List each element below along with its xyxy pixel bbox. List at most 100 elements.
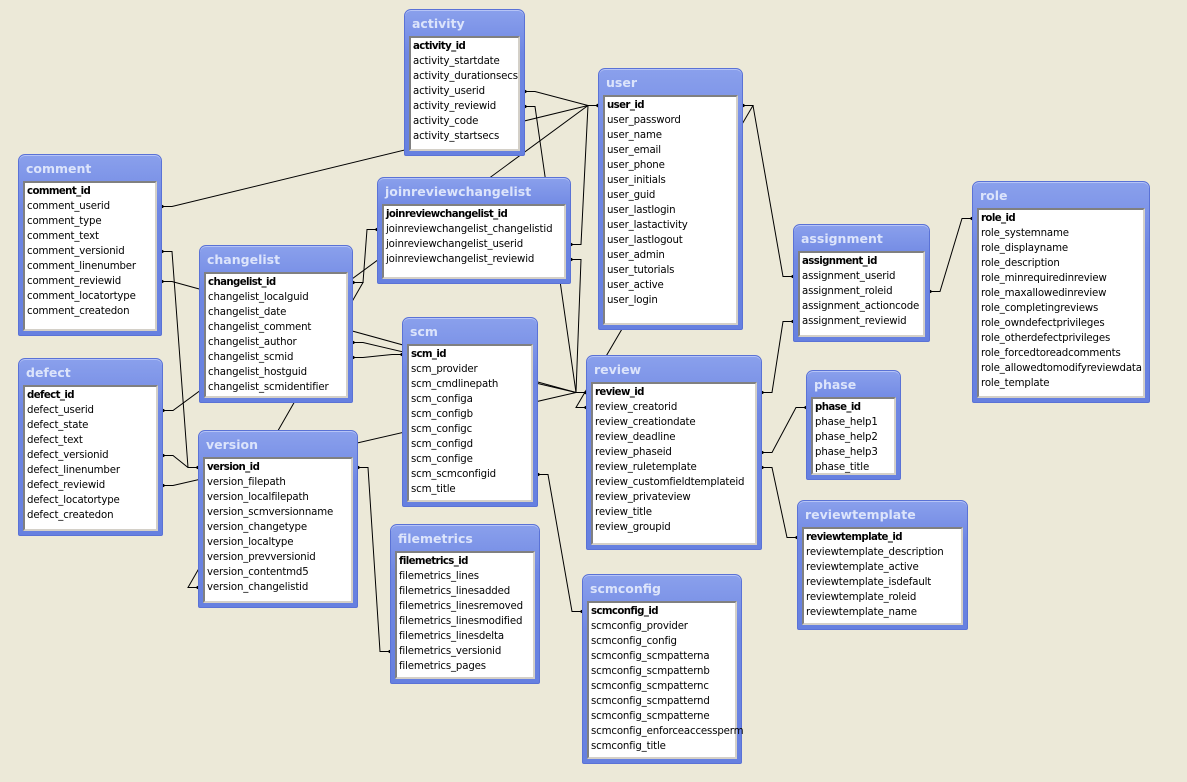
table-defect[interactable]: defect defect_id defect_userid defect_stat… (18, 358, 163, 536)
table-field[interactable]: comment_type (27, 214, 155, 229)
table-field[interactable]: scm_title (411, 482, 531, 497)
table-field[interactable]: user_tutorials (607, 263, 736, 278)
table-field[interactable]: user_guid (607, 188, 736, 203)
table-field[interactable]: version_changelistid (207, 580, 351, 595)
primary-key-field[interactable]: activity_id (413, 39, 518, 54)
table-title[interactable]: scm (407, 318, 533, 344)
table-field[interactable]: comment_locatortype (27, 289, 155, 304)
primary-key-field[interactable]: phase_id (815, 400, 894, 415)
table-field[interactable]: activity_startdate (413, 54, 518, 69)
primary-key-field[interactable]: version_id (207, 460, 351, 475)
table-field[interactable]: version_contentmd5 (207, 565, 351, 580)
table-field[interactable]: scm_configa (411, 392, 531, 407)
table-field[interactable]: filemetrics_linesadded (399, 584, 533, 599)
table-title[interactable]: user (603, 69, 738, 95)
table-field[interactable]: scmconfig_provider (591, 619, 735, 634)
table-field[interactable]: scmconfig_scmpatterna (591, 649, 735, 664)
table-field[interactable]: review_title (595, 505, 755, 520)
table-field[interactable]: changelist_comment (208, 320, 346, 335)
table-field[interactable]: scm_configb (411, 407, 531, 422)
primary-key-field[interactable]: assignment_id (802, 254, 923, 269)
table-field[interactable]: comment_text (27, 229, 155, 244)
table-field[interactable]: filemetrics_linesdelta (399, 629, 533, 644)
table-field[interactable]: role_forcedtoreadcomments (981, 346, 1143, 361)
table-field[interactable]: scm_configc (411, 422, 531, 437)
table-field[interactable]: review_ruletemplate (595, 460, 755, 475)
primary-key-field[interactable]: scm_id (411, 347, 531, 362)
table-field[interactable]: filemetrics_pages (399, 659, 533, 674)
table-field[interactable]: user_active (607, 278, 736, 293)
table-review[interactable]: review review_id review_creatorid review_c… (586, 355, 762, 550)
table-comment[interactable]: comment comment_id comment_userid comment_… (18, 154, 162, 336)
table-field[interactable]: version_changetype (207, 520, 351, 535)
table-field[interactable]: comment_userid (27, 199, 155, 214)
table-title[interactable]: comment (23, 155, 157, 181)
table-field[interactable]: comment_createdon (27, 304, 155, 319)
table-field[interactable]: version_filepath (207, 475, 351, 490)
table-field[interactable]: role_owndefectprivileges (981, 316, 1143, 331)
table-field[interactable]: assignment_actioncode (802, 299, 923, 314)
table-field[interactable]: reviewtemplate_roleid (806, 590, 961, 605)
table-field[interactable]: user_lastactivity (607, 218, 736, 233)
table-field[interactable]: user_lastlogin (607, 203, 736, 218)
table-user[interactable]: user user_id user_password user_name user_e… (598, 68, 743, 330)
table-field[interactable]: comment_reviewid (27, 274, 155, 289)
table-assignment[interactable]: assignment assignment_id assignment_useri… (793, 224, 930, 342)
table-field[interactable]: review_groupid (595, 520, 755, 535)
table-field[interactable]: phase_title (815, 460, 894, 475)
table-title[interactable]: filemetrics (395, 525, 535, 551)
table-field[interactable]: review_phaseid (595, 445, 755, 460)
table-field[interactable]: joinreviewchangelist_changelistid (386, 222, 564, 237)
table-field[interactable]: scmconfig_title (591, 739, 735, 754)
table-field[interactable]: review_customfieldtemplateid (595, 475, 755, 490)
table-field[interactable]: filemetrics_linesmodified (399, 614, 533, 629)
table-field[interactable]: scmconfig_config (591, 634, 735, 649)
table-title[interactable]: defect (23, 359, 158, 385)
table-field[interactable]: joinreviewchangelist_reviewid (386, 252, 564, 267)
table-field[interactable]: changelist_localguid (208, 290, 346, 305)
table-scm[interactable]: scm scm_id scm_provider scm_cmdlinepath scm… (402, 317, 538, 507)
table-field[interactable]: role_template (981, 376, 1143, 391)
table-field[interactable]: filemetrics_versionid (399, 644, 533, 659)
primary-key-field[interactable]: role_id (981, 211, 1143, 226)
table-role[interactable]: role role_id role_systemname role_displayn… (972, 181, 1150, 403)
table-phase[interactable]: phase phase_id phase_help1 phase_help2 phas… (806, 370, 901, 480)
table-field[interactable]: user_initials (607, 173, 736, 188)
table-field[interactable]: defect_userid (27, 403, 156, 418)
primary-key-field[interactable]: comment_id (27, 184, 155, 199)
primary-key-field[interactable]: user_id (607, 98, 736, 113)
table-field[interactable]: scm_configd (411, 437, 531, 452)
table-version[interactable]: version version_id version_filepath versio… (198, 430, 358, 608)
primary-key-field[interactable]: scmconfig_id (591, 604, 735, 619)
table-title[interactable]: version (203, 431, 353, 457)
table-field[interactable]: defect_linenumber (27, 463, 156, 478)
table-joinreviewchangelist[interactable]: joinreviewchangelist joinreviewchangelis… (377, 177, 571, 284)
table-field[interactable]: scmconfig_scmpatternb (591, 664, 735, 679)
table-field[interactable]: assignment_userid (802, 269, 923, 284)
table-field[interactable]: defect_versionid (27, 448, 156, 463)
table-field[interactable]: defect_locatortype (27, 493, 156, 508)
table-field[interactable]: role_allowedtomodifyreviewdata (981, 361, 1143, 376)
table-title[interactable]: role (977, 182, 1145, 208)
table-field[interactable]: scm_confige (411, 452, 531, 467)
table-field[interactable]: comment_linenumber (27, 259, 155, 274)
table-field[interactable]: phase_help1 (815, 415, 894, 430)
table-field[interactable]: reviewtemplate_isdefault (806, 575, 961, 590)
table-field[interactable]: version_scmversionname (207, 505, 351, 520)
table-title[interactable]: reviewtemplate (802, 501, 963, 527)
primary-key-field[interactable]: reviewtemplate_id (806, 530, 961, 545)
table-field[interactable]: user_login (607, 293, 736, 308)
table-field[interactable]: role_description (981, 256, 1143, 271)
primary-key-field[interactable]: changelist_id (208, 275, 346, 290)
table-field[interactable]: scmconfig_scmpatternd (591, 694, 735, 709)
table-title[interactable]: activity (409, 10, 520, 36)
table-field[interactable]: activity_reviewid (413, 99, 518, 114)
table-field[interactable]: defect_text (27, 433, 156, 448)
table-field[interactable]: user_lastlogout (607, 233, 736, 248)
table-field[interactable]: assignment_reviewid (802, 314, 923, 329)
table-field[interactable]: phase_help3 (815, 445, 894, 460)
table-title[interactable]: changelist (204, 246, 348, 272)
table-field[interactable]: reviewtemplate_name (806, 605, 961, 620)
table-field[interactable]: role_completingreviews (981, 301, 1143, 316)
table-field[interactable]: version_localfilepath (207, 490, 351, 505)
